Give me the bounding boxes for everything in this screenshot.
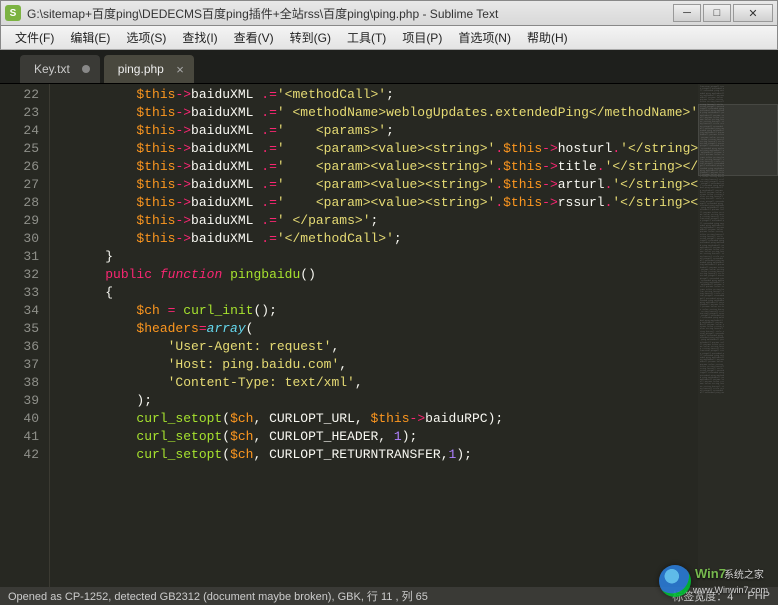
menu-item-1[interactable]: 编辑(E) xyxy=(62,27,118,48)
tab-label: ping.php xyxy=(118,62,164,76)
menu-item-7[interactable]: 项目(P) xyxy=(394,27,450,48)
menu-item-9[interactable]: 帮助(H) xyxy=(519,27,576,48)
line-gutter: 2223242526272829303132333435363738394041… xyxy=(0,84,50,587)
code-line: 'User-Agent: request', xyxy=(74,338,698,356)
status-bar: Opened as CP-1252, detected GB2312 (docu… xyxy=(0,587,778,605)
code-line: $ch = curl_init(); xyxy=(74,302,698,320)
tab-Key-txt[interactable]: Key.txt xyxy=(20,55,100,83)
code-line: curl_setopt($ch, CURLOPT_RETURNTRANSFER,… xyxy=(74,446,698,464)
window-buttons: ─ □ ✕ xyxy=(673,4,773,22)
minimap[interactable]: function pingAll ext n pingAll extended … xyxy=(698,84,778,587)
code-line: $this->baiduXML .=' <param><value><strin… xyxy=(74,176,698,194)
code-line: ); xyxy=(74,392,698,410)
close-button[interactable]: ✕ xyxy=(733,4,773,22)
code-line: $this->baiduXML .=' <methodName>weblogUp… xyxy=(74,104,698,122)
code-line: $this->baiduXML .='</methodCall>'; xyxy=(74,230,698,248)
code-line: curl_setopt($ch, CURLOPT_HEADER, 1); xyxy=(74,428,698,446)
code-content[interactable]: $this->baiduXML .='<methodCall>'; $this-… xyxy=(68,84,698,587)
menu-item-5[interactable]: 转到(G) xyxy=(282,27,339,48)
dirty-indicator-icon xyxy=(82,65,90,73)
menu-item-6[interactable]: 工具(T) xyxy=(339,27,394,48)
minimap-viewport[interactable] xyxy=(698,104,778,176)
menu-bar: 文件(F)编辑(E)选项(S)查找(I)查看(V)转到(G)工具(T)项目(P)… xyxy=(0,26,778,50)
status-syntax[interactable]: PHP xyxy=(747,590,770,602)
editor-area: 2223242526272829303132333435363738394041… xyxy=(0,84,778,587)
menu-item-0[interactable]: 文件(F) xyxy=(7,27,62,48)
app-icon: S xyxy=(5,5,21,21)
status-tabsize[interactable]: 标签宽度：4 xyxy=(672,588,733,604)
code-line: } xyxy=(74,248,698,266)
menu-item-2[interactable]: 选项(S) xyxy=(118,27,174,48)
code-line: 'Host: ping.baidu.com', xyxy=(74,356,698,374)
code-line: { xyxy=(74,284,698,302)
code-line: public function pingbaidu() xyxy=(74,266,698,284)
minimize-button[interactable]: ─ xyxy=(673,4,701,22)
code-line: curl_setopt($ch, CURLOPT_URL, $this->bai… xyxy=(74,410,698,428)
close-tab-icon[interactable]: × xyxy=(176,62,184,77)
tab-label: Key.txt xyxy=(34,62,70,76)
tab-bar: Key.txt ping.php × xyxy=(0,50,778,84)
title-bar: S G:\sitemap+百度ping\DEDECMS百度ping插件+全站rs… xyxy=(0,0,778,26)
code-line: $this->baiduXML .=' <param><value><strin… xyxy=(74,194,698,212)
tab-ping-php[interactable]: ping.php × xyxy=(104,55,194,83)
code-line: $this->baiduXML .=' <param><value><strin… xyxy=(74,140,698,158)
fold-gutter xyxy=(50,84,68,587)
menu-item-3[interactable]: 查找(I) xyxy=(174,27,225,48)
code-line: 'Content-Type: text/xml', xyxy=(74,374,698,392)
maximize-button[interactable]: □ xyxy=(703,4,731,22)
code-line: $this->baiduXML .=' <param><value><strin… xyxy=(74,158,698,176)
code-line: $headers=array( xyxy=(74,320,698,338)
code-line: $this->baiduXML .=' </params>'; xyxy=(74,212,698,230)
menu-item-4[interactable]: 查看(V) xyxy=(226,27,282,48)
window-title: G:\sitemap+百度ping\DEDECMS百度ping插件+全站rss\… xyxy=(27,5,673,22)
code-line: $this->baiduXML .=' <params>'; xyxy=(74,122,698,140)
status-encoding[interactable]: Opened as CP-1252, detected GB2312 (docu… xyxy=(8,588,428,604)
code-line: $this->baiduXML .='<methodCall>'; xyxy=(74,86,698,104)
menu-item-8[interactable]: 首选项(N) xyxy=(450,27,519,48)
